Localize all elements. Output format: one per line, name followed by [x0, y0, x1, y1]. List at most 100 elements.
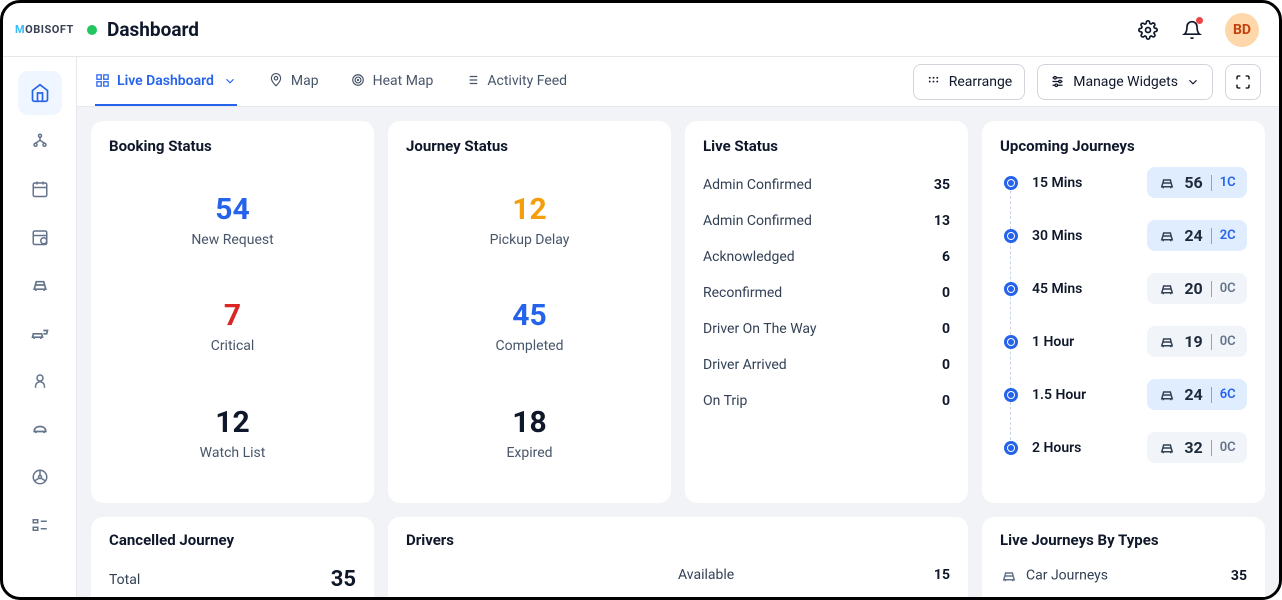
- nav-driver[interactable]: [18, 455, 62, 499]
- rearrange-button[interactable]: Rearrange: [913, 64, 1026, 100]
- stat-value: 12: [490, 193, 570, 226]
- nav-home[interactable]: [18, 71, 62, 115]
- car-icon: [1158, 227, 1176, 245]
- journey-pill: 19 0C: [1147, 326, 1247, 357]
- row-label: Total: [109, 572, 140, 588]
- tab-bar: Live Dashboard Map Heat Map Activity Fee…: [77, 57, 1279, 107]
- nav-fleet[interactable]: [18, 407, 62, 451]
- nav-vehicles[interactable]: [18, 263, 62, 307]
- tab-heat-map[interactable]: Heat Map: [351, 58, 434, 106]
- list-item: Admin Confirmed 35: [703, 167, 950, 203]
- list-item: Acknowledged6: [703, 239, 950, 275]
- timeline-dot-icon: [1004, 282, 1018, 296]
- row-label: Admin Confirmed: [703, 213, 812, 229]
- status-dot-icon: [87, 25, 97, 35]
- car-icon: [1158, 439, 1176, 457]
- pin-icon: [269, 73, 284, 88]
- row-label: Reconfirmed: [703, 285, 782, 301]
- pill-count: 20: [1184, 279, 1202, 298]
- list-item: Total 35: [109, 557, 356, 597]
- tab-map[interactable]: Map: [269, 58, 319, 106]
- stat-label: New Request: [191, 232, 273, 248]
- timeline-item[interactable]: 30 Mins 24 2C: [1004, 220, 1247, 251]
- list-item: Admin Confirmed13: [703, 203, 950, 239]
- sliders-icon: [1050, 74, 1065, 89]
- timeline-dot-icon: [1004, 441, 1018, 455]
- timeline-dot-icon: [1004, 388, 1018, 402]
- timeline-item[interactable]: 45 Mins 20 0C: [1004, 273, 1247, 304]
- tab-label: Map: [291, 73, 319, 89]
- stat-label: Critical: [211, 338, 255, 354]
- card-title: Drivers: [406, 531, 950, 549]
- sidebar: [3, 57, 77, 597]
- timeline-label: 30 Mins: [1032, 228, 1133, 244]
- timeline-item[interactable]: 1 Hour 19 0C: [1004, 326, 1247, 357]
- user-avatar[interactable]: BD: [1225, 13, 1259, 47]
- manage-widgets-button[interactable]: Manage Widgets: [1037, 64, 1213, 100]
- top-bar: MOBISOFT Dashboard BD: [3, 3, 1279, 57]
- list-item: Car Journeys35: [1000, 557, 1247, 595]
- chevron-down-icon: [1186, 75, 1200, 89]
- car-icon: [1158, 386, 1176, 404]
- car-icon: [1000, 567, 1018, 585]
- journey-pill: 24 6C: [1147, 379, 1247, 410]
- car-icon: [1158, 280, 1176, 298]
- timeline-dot-icon: [1004, 176, 1018, 190]
- nav-schedule[interactable]: [18, 215, 62, 259]
- stat-value: 18: [506, 406, 552, 439]
- timeline-item[interactable]: 15 Mins 56 1C: [1004, 167, 1247, 198]
- row-label: Driver Arrived: [703, 357, 787, 373]
- nav-rides[interactable]: [18, 311, 62, 355]
- pill-sub: 6C: [1220, 387, 1236, 402]
- nav-more[interactable]: [18, 503, 62, 547]
- card-title: Live Journeys By Types: [1000, 531, 1247, 549]
- timeline-item[interactable]: 2 Hours 32 0C: [1004, 432, 1247, 463]
- grid-icon: [926, 74, 941, 89]
- list-item: Driver On The Way0: [703, 311, 950, 347]
- fullscreen-button[interactable]: [1225, 64, 1261, 100]
- journey-pill: 24 2C: [1147, 220, 1247, 251]
- list-item: Occupied79: [678, 593, 950, 597]
- pill-count: 24: [1184, 226, 1202, 245]
- row-value: 0: [942, 393, 950, 409]
- row-value: 15: [934, 567, 950, 583]
- pill-sub: 1C: [1220, 175, 1236, 190]
- pill-sub: 0C: [1220, 440, 1236, 455]
- tab-live-dashboard[interactable]: Live Dashboard: [95, 58, 237, 106]
- card-title: Upcoming Journeys: [1000, 137, 1247, 155]
- row-label: Car Journeys: [1000, 567, 1108, 585]
- row-value: 35: [331, 567, 356, 592]
- journey-pill: 20 0C: [1147, 273, 1247, 304]
- live-status-card: Live Status Admin Confirmed35Admin Confi…: [685, 121, 968, 503]
- row-label: On Trip: [703, 393, 747, 409]
- notifications-button[interactable]: [1181, 19, 1203, 41]
- tab-label: Heat Map: [373, 73, 434, 89]
- row-value: 0: [942, 285, 950, 301]
- timeline-item[interactable]: 1.5 Hour 24 6C: [1004, 379, 1247, 410]
- card-title: Journey Status: [406, 137, 653, 155]
- pill-count: 19: [1184, 332, 1202, 351]
- card-title: Live Status: [703, 137, 950, 155]
- nav-users[interactable]: [18, 359, 62, 403]
- card-title: Booking Status: [109, 137, 356, 155]
- tab-activity-feed[interactable]: Activity Feed: [465, 58, 567, 106]
- button-label: Rearrange: [949, 74, 1013, 90]
- cancelled-journey-card: Cancelled Journey Total35Cancelled by Dr…: [91, 517, 374, 597]
- chevron-down-icon: [223, 74, 237, 88]
- list-item: On Trip 0: [703, 383, 950, 419]
- pill-count: 24: [1184, 385, 1202, 404]
- brand-logo: MOBISOFT: [15, 23, 77, 36]
- list-item: Driver Arrived0: [703, 347, 950, 383]
- settings-button[interactable]: [1137, 19, 1159, 41]
- tab-label: Activity Feed: [487, 73, 567, 89]
- booking-status-card: Booking Status 54New Request 7Critical 1…: [91, 121, 374, 503]
- nav-calendar[interactable]: [18, 167, 62, 211]
- row-label: Admin Confirmed: [703, 177, 812, 193]
- stat-value: 12: [200, 406, 266, 439]
- pill-sub: 2C: [1220, 228, 1236, 243]
- timeline-label: 1 Hour: [1032, 334, 1133, 350]
- nav-org[interactable]: [18, 119, 62, 163]
- row-value: 35: [934, 177, 950, 193]
- timeline-label: 15 Mins: [1032, 175, 1133, 191]
- button-label: Manage Widgets: [1073, 74, 1178, 90]
